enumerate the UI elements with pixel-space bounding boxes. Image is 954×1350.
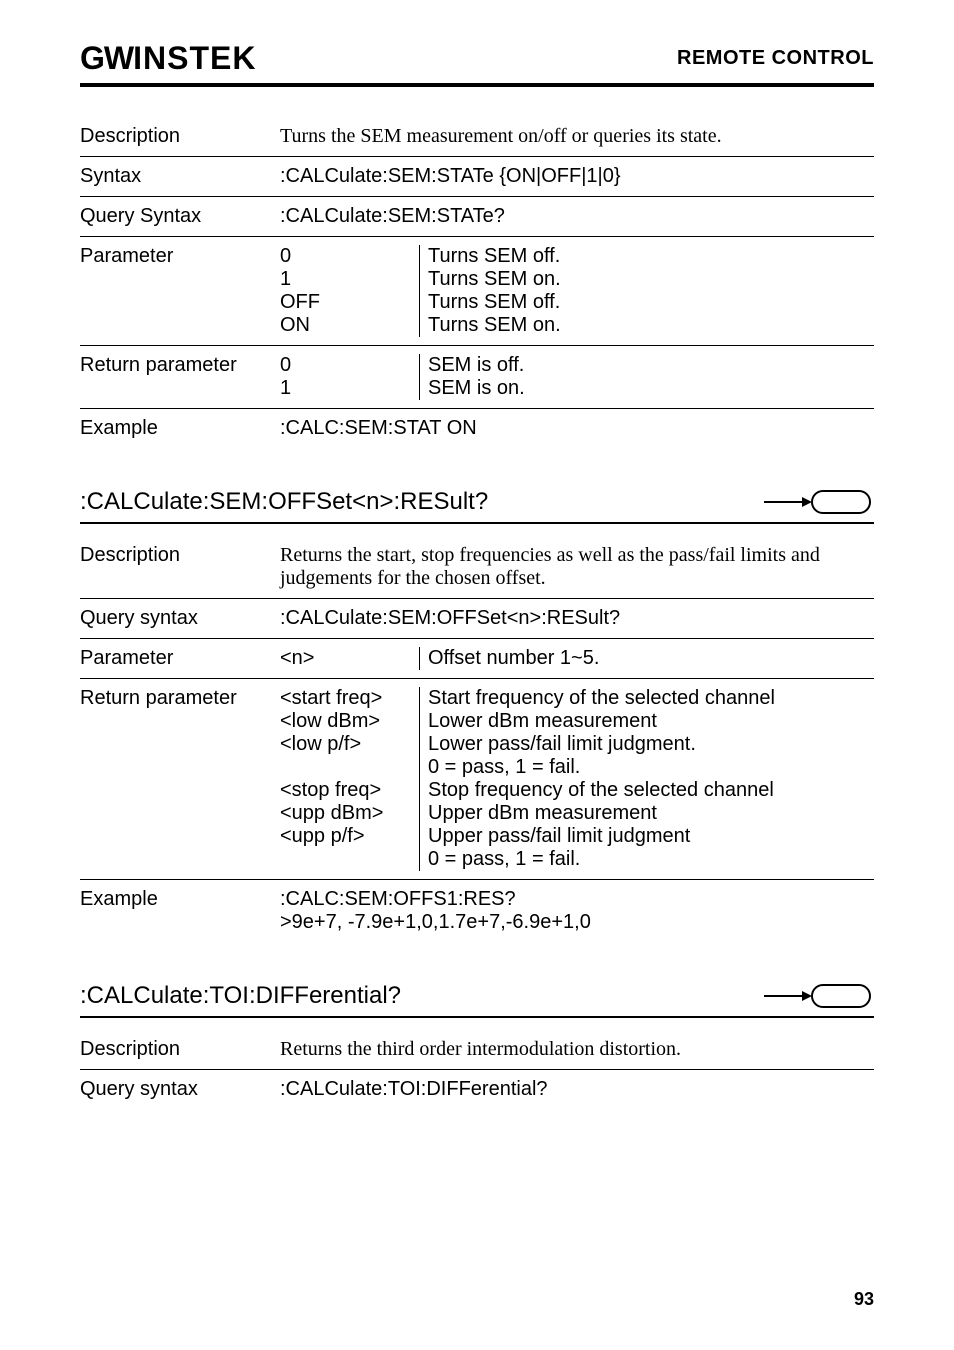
section-sem-offset-result: Description Returns the start, stop freq… [80, 536, 874, 942]
query-syntax-label: Query syntax [80, 607, 280, 630]
return-parameter-row: Return parameter 0SEM is off. 1SEM is on… [80, 346, 874, 409]
query-syntax-row: Query syntax :CALCulate:SEM:OFFSet<n>:RE… [80, 599, 874, 639]
description-text: Turns the SEM measurement on/off or quer… [280, 125, 874, 148]
description-label: Description [80, 1038, 280, 1061]
param-val: 0 = pass, 1 = fail. [420, 848, 874, 871]
parameter-content: 0Turns SEM off. 1Turns SEM on. OFFTurns … [280, 245, 874, 337]
query-syntax-row: Query Syntax :CALCulate:SEM:STATe? [80, 197, 874, 237]
param-key: <upp p/f> [280, 825, 420, 848]
page-title: REMOTE CONTROL [677, 47, 874, 70]
parameter-content: <n>Offset number 1~5. [280, 647, 874, 670]
query-syntax-row: Query syntax :CALCulate:TOI:DIFFerential… [80, 1070, 874, 1109]
return-parameter-row: Return parameter <start freq>Start frequ… [80, 679, 874, 880]
parameter-row: Parameter <n>Offset number 1~5. [80, 639, 874, 679]
section-sem-state: Description Turns the SEM measurement on… [80, 117, 874, 448]
parameter-label: Parameter [80, 647, 280, 670]
param-key: <low p/f> [280, 733, 420, 756]
param-key [280, 848, 420, 871]
syntax-label: Syntax [80, 165, 280, 188]
param-table: <start freq>Start frequency of the selec… [280, 687, 874, 871]
description-text: Returns the start, stop frequencies as w… [280, 544, 874, 590]
description-row: Description Returns the third order inte… [80, 1030, 874, 1070]
param-key: <low dBm> [280, 710, 420, 733]
return-parameter-content: 0SEM is off. 1SEM is on. [280, 354, 874, 400]
query-arrow-icon [764, 982, 874, 1010]
return-parameter-label: Return parameter [80, 687, 280, 871]
query-syntax-text: :CALCulate:SEM:STATe? [280, 205, 874, 228]
param-key: <stop freq> [280, 779, 420, 802]
command-name: :CALCulate:TOI:DIFFerential? [80, 982, 401, 1010]
example-content: :CALC:SEM:OFFS1:RES? >9e+7, -7.9e+1,0,1.… [280, 888, 874, 934]
parameter-row: Parameter 0Turns SEM off. 1Turns SEM on.… [80, 237, 874, 346]
param-key: OFF [280, 291, 420, 314]
example-label: Example [80, 888, 280, 934]
description-row: Description Returns the start, stop freq… [80, 536, 874, 599]
param-key: 0 [280, 245, 420, 268]
description-row: Description Turns the SEM measurement on… [80, 117, 874, 157]
example-label: Example [80, 417, 280, 440]
param-key: 1 [280, 377, 420, 400]
logo-gw: GW [80, 40, 133, 76]
param-val: Turns SEM off. [420, 291, 874, 314]
parameter-label: Parameter [80, 245, 280, 337]
param-val: Turns SEM on. [420, 314, 874, 337]
param-key: <start freq> [280, 687, 420, 710]
syntax-row: Syntax :CALCulate:SEM:STATe {ON|OFF|1|0} [80, 157, 874, 197]
param-val: Turns SEM on. [420, 268, 874, 291]
page-header: GWINSTEK REMOTE CONTROL [80, 40, 874, 87]
section-toi-differential: Description Returns the third order inte… [80, 1030, 874, 1109]
param-key: <n> [280, 647, 420, 670]
command-heading: :CALCulate:TOI:DIFFerential? [80, 982, 874, 1018]
param-val: Upper dBm measurement [420, 802, 874, 825]
param-val: Offset number 1~5. [420, 647, 874, 670]
param-val: SEM is on. [420, 377, 874, 400]
param-val: Stop frequency of the selected channel [420, 779, 874, 802]
param-val: Lower pass/fail limit judgment. [420, 733, 874, 756]
example-line: >9e+7, -7.9e+1,0,1.7e+7,-6.9e+1,0 [280, 911, 874, 934]
param-val: Lower dBm measurement [420, 710, 874, 733]
query-arrow-icon [764, 488, 874, 516]
param-key [280, 756, 420, 779]
param-key: 1 [280, 268, 420, 291]
param-key: ON [280, 314, 420, 337]
command-name: :CALCulate:SEM:OFFSet<n>:RESult? [80, 488, 488, 516]
param-key: 0 [280, 354, 420, 377]
param-val: Upper pass/fail limit judgment [420, 825, 874, 848]
query-syntax-label: Query syntax [80, 1078, 280, 1101]
example-row: Example :CALC:SEM:STAT ON [80, 409, 874, 448]
description-label: Description [80, 544, 280, 590]
page-number: 93 [854, 1289, 874, 1310]
param-val: SEM is off. [420, 354, 874, 377]
query-syntax-text: :CALCulate:SEM:OFFSet<n>:RESult? [280, 607, 874, 630]
param-table: <n>Offset number 1~5. [280, 647, 874, 670]
param-table: 0Turns SEM off. 1Turns SEM on. OFFTurns … [280, 245, 874, 337]
example-text: :CALC:SEM:STAT ON [280, 417, 874, 440]
query-syntax-text: :CALCulate:TOI:DIFFerential? [280, 1078, 874, 1101]
example-line: :CALC:SEM:OFFS1:RES? [280, 888, 874, 911]
logo-rest: INSTEK [133, 40, 256, 76]
param-key: <upp dBm> [280, 802, 420, 825]
command-heading: :CALCulate:SEM:OFFSet<n>:RESult? [80, 488, 874, 524]
return-parameter-label: Return parameter [80, 354, 280, 400]
param-val: 0 = pass, 1 = fail. [420, 756, 874, 779]
query-syntax-label: Query Syntax [80, 205, 280, 228]
logo: GWINSTEK [80, 40, 256, 77]
return-parameter-content: <start freq>Start frequency of the selec… [280, 687, 874, 871]
description-text: Returns the third order intermodulation … [280, 1038, 874, 1061]
param-table: 0SEM is off. 1SEM is on. [280, 354, 874, 400]
description-label: Description [80, 125, 280, 148]
syntax-text: :CALCulate:SEM:STATe {ON|OFF|1|0} [280, 165, 874, 188]
example-row: Example :CALC:SEM:OFFS1:RES? >9e+7, -7.9… [80, 880, 874, 942]
param-val: Start frequency of the selected channel [420, 687, 874, 710]
param-val: Turns SEM off. [420, 245, 874, 268]
